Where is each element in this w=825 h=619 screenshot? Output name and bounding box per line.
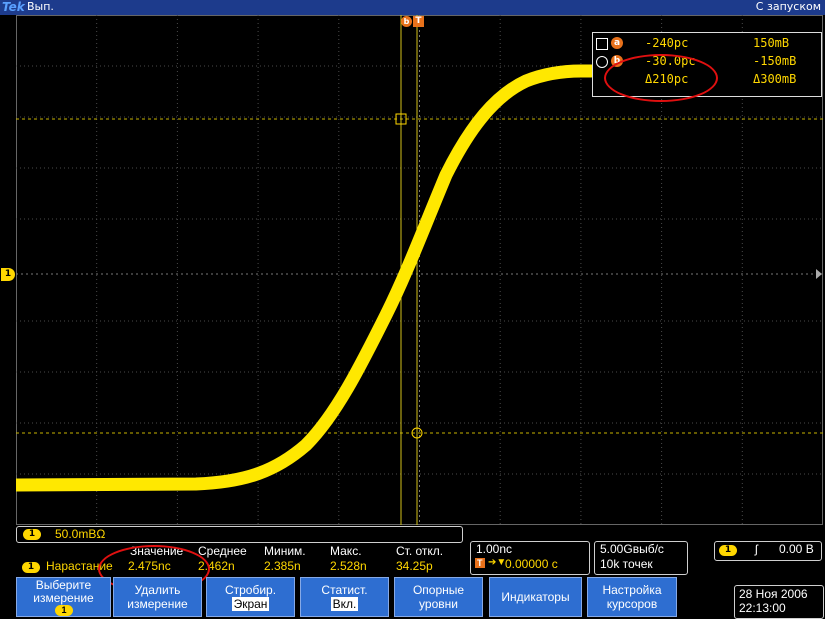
cursor-b-circle-icon xyxy=(596,56,608,68)
datetime-panel: 28 Ноя 2006 22:13:00 xyxy=(734,585,824,619)
top-status-bar xyxy=(0,0,825,15)
cursor-a-time: -240pc xyxy=(645,36,689,50)
softkey-remove-measurement[interactable]: Удалить измерение xyxy=(113,577,202,617)
acquisition-panel[interactable]: 5.00Gвыб/с 10k точек xyxy=(594,541,688,575)
channel-1-badge: 1 xyxy=(23,529,41,540)
softkey-statistics[interactable]: Статист. Вкл. xyxy=(300,577,389,617)
trigger-position-marker[interactable]: T xyxy=(413,16,424,27)
meas-max: 2.528n xyxy=(330,559,367,573)
header-max: Макс. xyxy=(330,544,362,558)
softkey-select-measurement[interactable]: Выберите измерение 1 xyxy=(16,577,111,617)
softkey-reference-levels[interactable]: Опорные уровни xyxy=(394,577,483,617)
cursor-a-value: 150mB xyxy=(753,36,790,50)
gating-value: Экран xyxy=(231,597,270,611)
delay-arrow-icon: ➔▼ xyxy=(488,557,507,568)
trigger-source-badge: 1 xyxy=(719,545,737,556)
softkey-gating[interactable]: Стробир. Экран xyxy=(206,577,295,617)
trigger-mode-label: С запуском xyxy=(755,0,821,13)
trigger-panel[interactable]: 1 ʃ 0.00 B xyxy=(714,541,822,561)
header-min: Миним. xyxy=(264,544,306,558)
record-length: 10k точек xyxy=(600,557,653,571)
timebase-scale: 1.00nc xyxy=(476,542,513,556)
cursor-delta-value: Δ300mB xyxy=(753,72,797,86)
channel-scale-value: 50.0mBΩ xyxy=(55,527,106,541)
run-status: Вып. xyxy=(27,0,54,13)
timebase-panel[interactable]: 1.00nc T ➔▼ 0.00000 c xyxy=(470,541,590,575)
time-label: 22:13:00 xyxy=(739,601,786,615)
cursor-a-badge: a xyxy=(611,37,623,49)
measurement-panel: Значение Среднее Миним. Макс. Ст. откл. … xyxy=(16,543,461,575)
date-label: 28 Ноя 2006 xyxy=(739,587,808,601)
softkey-channel-badge: 1 xyxy=(55,605,73,616)
trigger-slope-icon: ʃ xyxy=(755,542,758,556)
channel-1-level-marker[interactable]: 1 xyxy=(1,268,15,281)
softkey-cursor-setup[interactable]: Настройка курсоров xyxy=(587,577,677,617)
cursor-a-row: a -240pc 150mB xyxy=(593,35,821,52)
sample-rate: 5.00Gвыб/с xyxy=(600,542,664,556)
header-stdev: Ст. откл. xyxy=(396,544,444,558)
header-mean: Среднее xyxy=(198,544,247,558)
meas-stdev: 34.25p xyxy=(396,559,433,573)
trigger-offset-icon: T xyxy=(475,558,485,568)
meas-channel-badge: 1 xyxy=(22,562,40,573)
cursor-a-square-icon xyxy=(596,38,608,50)
cursor-b-top-marker[interactable]: b xyxy=(401,16,412,27)
cursor-b-value: -150mB xyxy=(753,54,797,68)
trigger-level: 0.00 B xyxy=(779,542,814,556)
timebase-position: 0.00000 c xyxy=(505,557,558,571)
statistics-value: Вкл. xyxy=(330,597,359,611)
meas-min: 2.385n xyxy=(264,559,301,573)
tek-logo: Tek xyxy=(2,0,25,14)
annotation-ellipse-delta xyxy=(604,54,718,102)
softkey-indicators[interactable]: Индикаторы xyxy=(489,577,582,617)
channel-scale-bar[interactable]: 1 50.0mBΩ xyxy=(16,526,463,543)
